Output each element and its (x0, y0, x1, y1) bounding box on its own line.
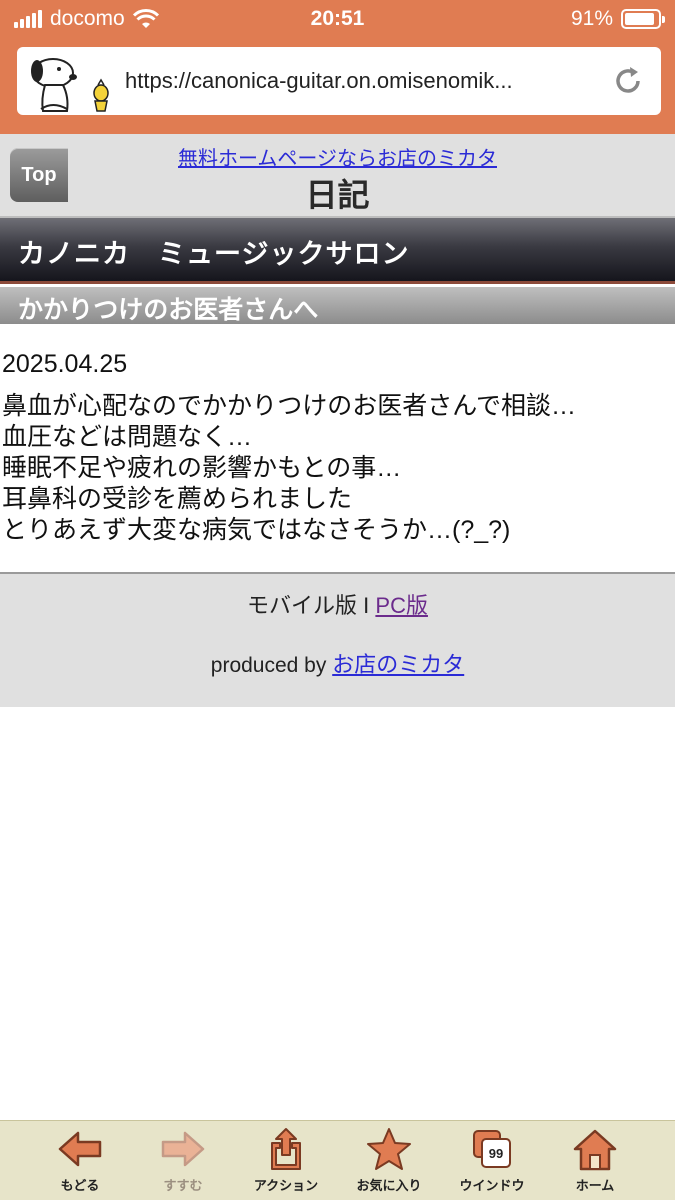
version-switch: モバイル版 I PC版 (0, 588, 675, 620)
back-arrow-icon (58, 1131, 102, 1167)
entry-line: とりあえず大変な病気ではなさそうか…(?_?) (2, 516, 511, 544)
site-name-bar: カノニカ ミュージックサロン (0, 218, 675, 284)
mascot-icon (31, 58, 109, 112)
star-icon (367, 1128, 411, 1170)
back-button[interactable]: もどる (30, 1127, 130, 1199)
window-count-badge: 99 (489, 1146, 503, 1161)
entry-title: かかりつけのお医者さんへ (18, 296, 319, 324)
produced-by-link[interactable]: お店のミカタ (332, 652, 464, 677)
forward-button[interactable]: すすむ (133, 1127, 233, 1199)
promo-link[interactable]: 無料ホームページならお店のミカタ (0, 142, 675, 171)
home-icon (573, 1129, 617, 1171)
favorites-button[interactable]: お気に入り (339, 1127, 439, 1199)
toolbar-label: アクション (253, 1178, 319, 1193)
windows-button[interactable]: 99 ウインドウ (442, 1127, 542, 1199)
browser-toolbar: もどる すすむ アクション お気に入り 99 ウインドウ ホーム (0, 1120, 675, 1200)
windows-icon: 99 (473, 1130, 511, 1168)
mobile-version-label: モバイル版 I (247, 593, 376, 618)
toolbar-label: すすむ (163, 1178, 203, 1193)
toolbar-label: お気に入り (356, 1178, 422, 1193)
entry-line: 耳鼻科の受診を薦められました (2, 485, 353, 513)
produced-by: produced by お店のミカタ (0, 647, 675, 679)
battery-icon (621, 9, 665, 29)
toolbar-label: ホーム (575, 1178, 615, 1193)
reload-icon[interactable] (611, 64, 645, 98)
toolbar-label: もどる (60, 1178, 100, 1193)
entry-date: 2025.04.25 (2, 350, 128, 378)
page-footer: モバイル版 I PC版 produced by お店のミカタ (0, 572, 675, 707)
entry-line: 睡眠不足や疲れの影響かもとの事… (2, 454, 402, 482)
site-name: カノニカ ミュージックサロン (18, 239, 410, 269)
entry-body: 鼻血が心配なのでかかりつけのお医者さんで相談… 血圧などは問題なく… 睡眠不足や… (2, 391, 672, 546)
action-button[interactable]: アクション (236, 1127, 336, 1199)
status-bar: docomo 20:51 91% (0, 0, 675, 38)
toolbar-label: ウインドウ (459, 1178, 525, 1193)
url-text[interactable]: https://canonica-guitar.on.omisenomik... (125, 68, 605, 94)
forward-arrow-icon (161, 1131, 205, 1167)
produced-by-label: produced by (210, 654, 333, 677)
address-bar[interactable]: https://canonica-guitar.on.omisenomik... (17, 47, 661, 115)
page-title: 日記 (305, 177, 370, 213)
home-button[interactable]: ホーム (545, 1127, 645, 1199)
browser-chrome: docomo 20:51 91% https://canonica-guitar… (0, 0, 675, 134)
share-icon (271, 1128, 301, 1170)
page-header: Top 無料ホームページならお店のミカタ 日記 (0, 134, 675, 218)
battery-percent: 91% (570, 7, 613, 30)
entry-title-bar: かかりつけのお医者さんへ (0, 287, 675, 324)
pc-version-link[interactable]: PC版 (375, 593, 428, 618)
entry-line: 血圧などは問題なく… (2, 423, 253, 451)
entry-line: 鼻血が心配なのでかかりつけのお医者さんで相談… (2, 392, 577, 420)
entry-content: 2025.04.25 鼻血が心配なのでかかりつけのお医者さんで相談… 血圧などは… (2, 350, 672, 546)
